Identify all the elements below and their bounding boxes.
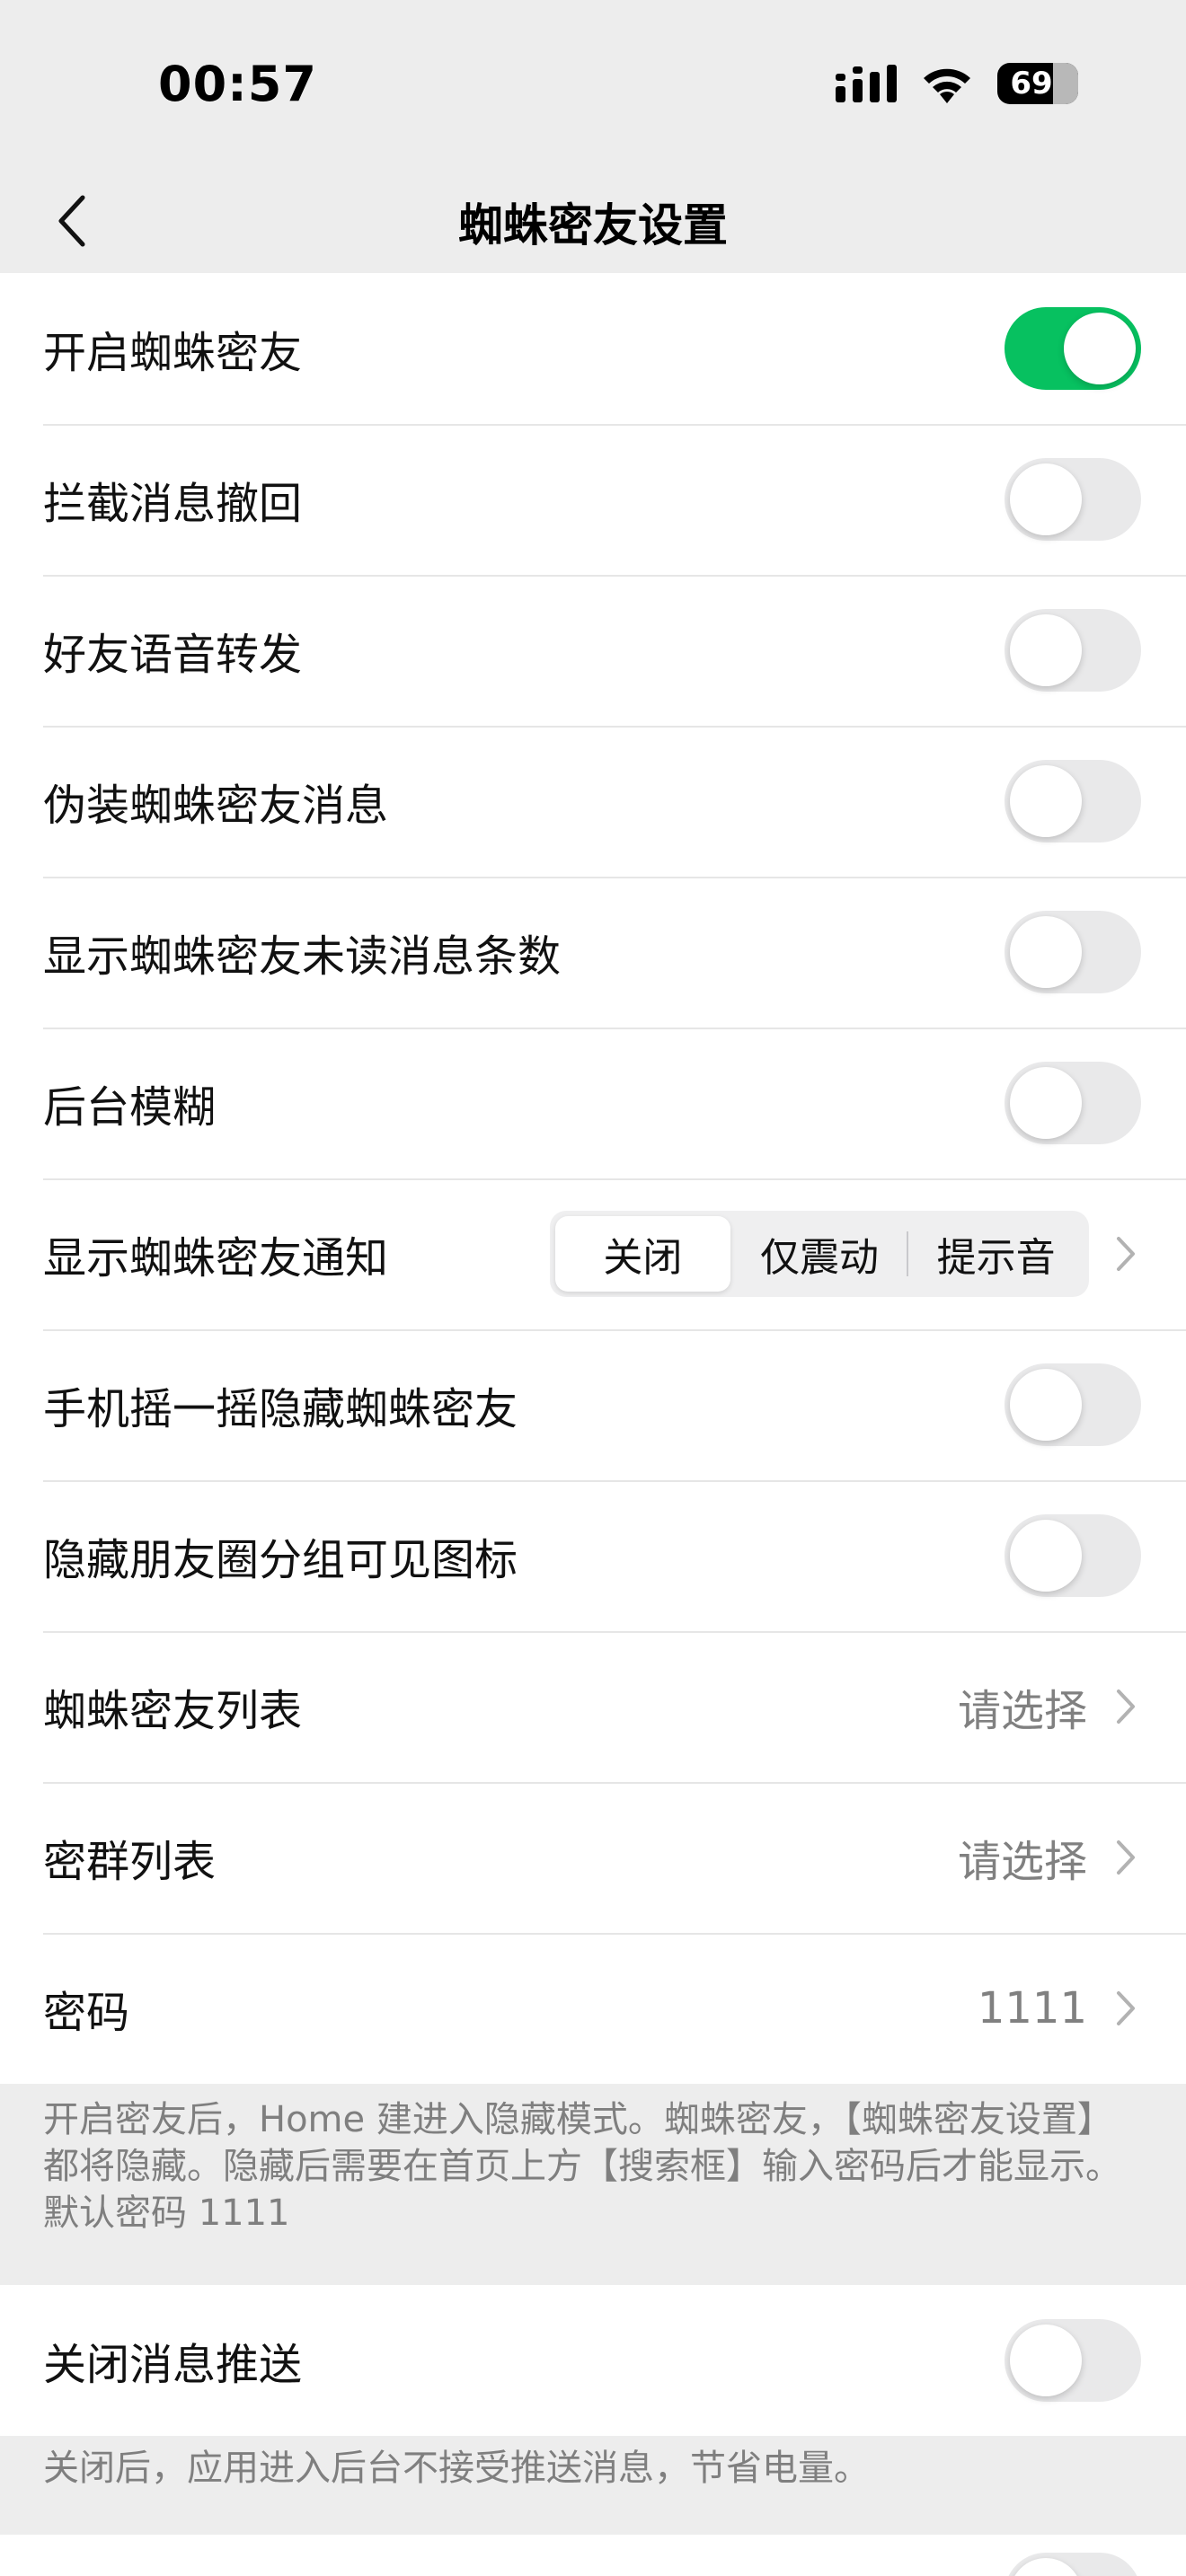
battery-percent: 69	[1010, 66, 1053, 101]
toggle-knob	[1010, 1067, 1082, 1139]
row-value: 请选择	[957, 1686, 1087, 1736]
row-notification-mode: 显示蜘蛛密友通知 关闭 仅震动 提示音	[0, 1178, 1186, 1329]
row-disable-push[interactable]: 关闭消息推送	[0, 2285, 1186, 2436]
row-background-blur[interactable]: 后台模糊	[0, 1028, 1186, 1178]
enable-spider-friend-toggle[interactable]	[1005, 307, 1141, 390]
row-label: 好友语音转发	[43, 630, 303, 680]
voice-forward-toggle[interactable]	[1005, 609, 1141, 692]
toggle-knob	[1010, 765, 1082, 837]
row-block-recall[interactable]: 拦截消息撤回	[0, 424, 1186, 575]
row-label: 密群列表	[43, 1837, 217, 1887]
toggle-knob	[1010, 916, 1082, 988]
notification-segmented-control: 关闭 仅震动 提示音	[550, 1211, 1089, 1297]
background-blur-toggle[interactable]	[1005, 1062, 1141, 1144]
status-bar: 00:57 69	[0, 0, 1186, 171]
battery-icon: 69	[997, 63, 1078, 104]
row-label: 伪装蜘蛛密友消息	[43, 781, 389, 831]
toggle-knob	[1010, 2325, 1082, 2396]
chevron-right-icon	[1112, 1987, 1139, 2030]
chevron-right-icon[interactable]	[1112, 1232, 1139, 1275]
toggle-knob	[1010, 463, 1082, 535]
back-button[interactable]	[36, 185, 108, 257]
section1-footnote: 开启密友后，Home 建进入隐藏模式。蜘蛛密友，【蜘蛛密友设置】都将隐藏。隐藏后…	[43, 2099, 1121, 2234]
nav-bar: 蜘蛛密友设置	[0, 171, 1186, 273]
next-row-toggle[interactable]	[1005, 2553, 1141, 2576]
segment-vibrate-only[interactable]: 仅震动	[732, 1216, 907, 1292]
row-enable-spider-friend[interactable]: 开启蜘蛛密友	[0, 273, 1186, 424]
signal-icon	[836, 65, 897, 102]
toggle-knob	[1010, 1520, 1082, 1592]
wifi-icon	[920, 64, 974, 103]
row-hide-moments-icon[interactable]: 隐藏朋友圈分组可见图标	[0, 1480, 1186, 1631]
row-label: 开启蜘蛛密友	[43, 328, 303, 378]
row-spider-friend-list[interactable]: 蜘蛛密友列表 请选择	[0, 1631, 1186, 1782]
row-secret-group-list[interactable]: 密群列表 请选择	[0, 1782, 1186, 1933]
row-label: 隐藏朋友圈分组可见图标	[43, 1535, 518, 1585]
status-icons: 69	[836, 63, 1078, 104]
row-voice-forward[interactable]: 好友语音转发	[0, 575, 1186, 726]
row-unread-count[interactable]: 显示蜘蛛密友未读消息条数	[0, 877, 1186, 1028]
segment-sound[interactable]: 提示音	[908, 1216, 1084, 1292]
row-disguise-message[interactable]: 伪装蜘蛛密友消息	[0, 726, 1186, 877]
chevron-right-icon	[1112, 1836, 1139, 1879]
block-recall-toggle[interactable]	[1005, 458, 1141, 541]
unread-count-toggle[interactable]	[1005, 911, 1141, 993]
row-label: 密码	[43, 1988, 130, 2038]
segment-off[interactable]: 关闭	[555, 1216, 730, 1292]
shake-to-hide-toggle[interactable]	[1005, 1363, 1141, 1446]
disguise-message-toggle[interactable]	[1005, 760, 1141, 842]
disable-push-toggle[interactable]	[1005, 2319, 1141, 2402]
row-label: 手机摇一摇隐藏蜘蛛密友	[43, 1384, 518, 1434]
section2-footnote: 关闭后，应用进入后台不接受推送消息，节省电量。	[43, 2448, 870, 2489]
chevron-left-icon	[58, 195, 85, 247]
row-label: 拦截消息撤回	[43, 479, 303, 529]
settings-list-push: 关闭消息推送	[0, 2285, 1186, 2436]
chevron-right-icon	[1112, 1685, 1139, 1728]
row-label: 显示蜘蛛密友未读消息条数	[43, 931, 562, 982]
hide-moments-icon-toggle[interactable]	[1005, 1514, 1141, 1597]
settings-list-main: 开启蜘蛛密友 拦截消息撤回 好友语音转发 伪装蜘蛛密友消息 显示蜘蛛密友未读消息…	[0, 273, 1186, 2084]
toggle-knob	[1010, 1369, 1082, 1441]
row-password[interactable]: 密码 1111	[0, 1933, 1186, 2084]
row-shake-to-hide[interactable]: 手机摇一摇隐藏蜘蛛密友	[0, 1329, 1186, 1480]
row-label: 显示蜘蛛密友通知	[43, 1233, 389, 1284]
row-value: 请选择	[957, 1837, 1087, 1887]
row-value: 1111	[977, 1983, 1087, 2033]
page-title: 蜘蛛密友设置	[458, 199, 728, 251]
row-label: 后台模糊	[43, 1082, 217, 1133]
toggle-knob	[1010, 614, 1082, 686]
status-time: 00:57	[158, 56, 317, 112]
toggle-knob	[1010, 2558, 1082, 2576]
toggle-knob	[1064, 313, 1136, 384]
row-label: 关闭消息推送	[43, 2340, 303, 2390]
settings-list-next	[0, 2535, 1186, 2576]
row-label: 蜘蛛密友列表	[43, 1686, 303, 1736]
